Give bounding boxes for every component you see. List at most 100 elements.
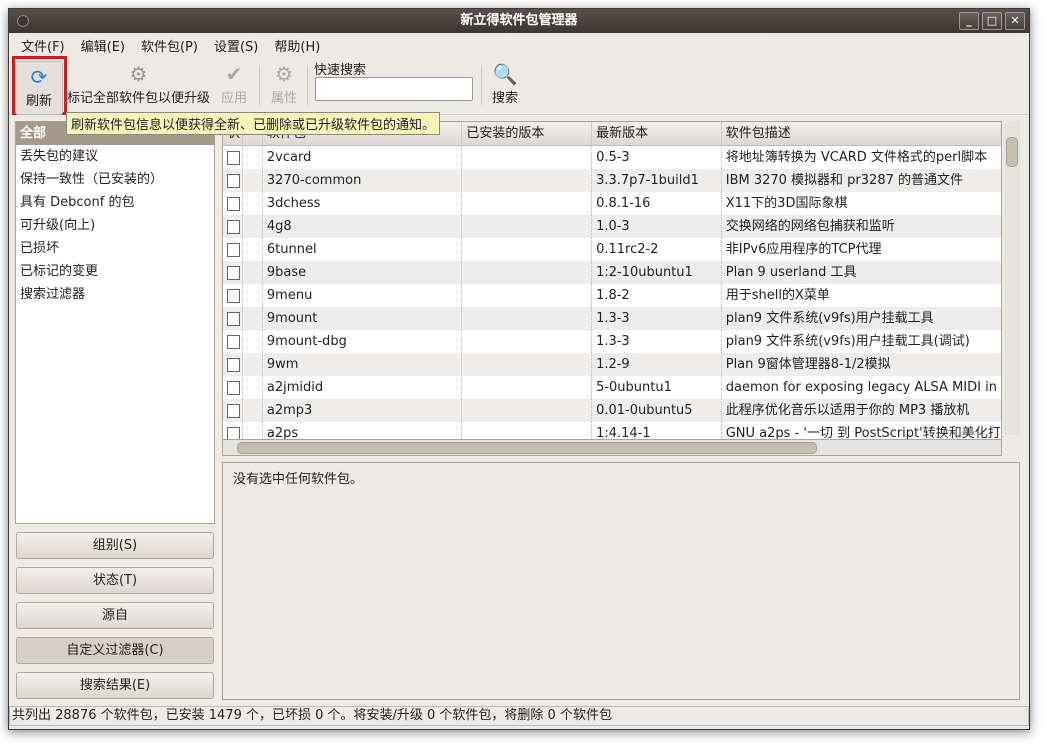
description: 将地址簿转换为 VCARD 文件格式的perl脚本 [725, 150, 988, 165]
support-cell [243, 261, 263, 284]
menu-settings[interactable]: 设置(S) [206, 36, 266, 55]
search-results-button[interactable]: 搜索结果(E) [16, 672, 214, 699]
latest-version: 0.5-3 [592, 146, 722, 169]
horizontal-scrollbar[interactable] [222, 439, 1002, 456]
table-row[interactable]: 9base 1:2-10ubuntu1 Plan 9 userland 工具 [223, 261, 1001, 284]
status-cell [223, 330, 243, 353]
checkbox[interactable] [227, 311, 240, 326]
table-row[interactable]: 6tunnel 0.11rc2-2 非IPv6应用程序的TCP代理 [223, 238, 1001, 261]
tooltip: 刷新软件包信息以便获得全新、已删除或已升级软件包的通知。 [66, 112, 441, 135]
table-row[interactable]: a2jmidid 5-0ubuntu1 daemon for exposing le… [223, 376, 1001, 399]
gear-icon: ⚙ [275, 62, 293, 86]
status-cell [223, 284, 243, 307]
quick-search-label: 快速搜索 [314, 63, 367, 78]
details-pane: 没有选中任何软件包。 [222, 462, 1020, 700]
checkbox[interactable] [227, 334, 240, 349]
status-cell [223, 192, 243, 215]
support-cell [243, 169, 263, 192]
window-title: 新立得软件包管理器 [460, 13, 578, 28]
checkbox[interactable] [227, 219, 240, 234]
status-cell [223, 261, 243, 284]
check-icon: ✔ [225, 62, 243, 86]
installed-version [462, 238, 593, 261]
description: 非IPv6应用程序的TCP代理 [725, 242, 882, 257]
table-row[interactable]: 2vcard 0.5-3 将地址簿转换为 VCARD 文件格式的perl脚本 [223, 146, 1001, 169]
filter-item[interactable]: 保持一致性（已安装的） [16, 168, 214, 191]
support-cell [243, 330, 263, 353]
menu-edit[interactable]: 编辑(E) [73, 36, 133, 55]
latest-version: 1.3-3 [592, 330, 722, 353]
package-name: 9wm [263, 353, 463, 376]
support-cell [243, 192, 263, 215]
installed-version [462, 146, 593, 169]
col-latest-version[interactable]: 最新版本 [592, 122, 722, 145]
filter-item[interactable]: 已损坏 [16, 237, 214, 260]
menu-file[interactable]: 文件(F) [13, 36, 73, 55]
table-row[interactable]: 9mount-dbg 1.3-3 plan9 文件系统(v9fs)用户挂载工具(调试… [223, 330, 1001, 353]
apply-button[interactable]: ✔ 应用 [219, 61, 249, 106]
status-cell [223, 238, 243, 261]
window-menu-icon[interactable] [17, 15, 29, 27]
scroll-thumb[interactable] [237, 442, 817, 454]
table-row[interactable]: 3dchess 0.8.1-16 X11下的3D国际象棋 [223, 192, 1001, 215]
sections-button[interactable]: 组别(S) [16, 532, 214, 559]
status-cell [223, 376, 243, 399]
installed-version [462, 215, 593, 238]
maximize-button[interactable]: □ [982, 12, 1002, 30]
table-row[interactable]: a2mp3 0.01-0ubuntu5 此程序优化音乐以适用于你的 MP3 播放机 [223, 399, 1001, 422]
origin-button[interactable]: 源自 [16, 602, 214, 629]
latest-version: 3.3.7p7-1build1 [592, 169, 722, 192]
table-row[interactable]: 9wm 1.2-9 Plan 9窗体管理器8-1/2模拟 [223, 353, 1001, 376]
filter-item[interactable]: 可升级(向上) [16, 214, 214, 237]
custom-filters-button[interactable]: 自定义过滤器(C) [16, 637, 214, 664]
table-row[interactable]: 9menu 1.8-2 用于shell的X菜单 [223, 284, 1001, 307]
search-button[interactable]: 🔍 搜索 [489, 61, 521, 106]
latest-version: 1.8-2 [592, 284, 722, 307]
checkbox[interactable] [227, 173, 240, 188]
properties-label: 属性 [270, 91, 297, 106]
toolbar: ⟳ 刷新 ⚙ 标记全部软件包以便升级 ✔ 应用 ⚙ 属性 快速搜索 🔍 搜索 [9, 56, 1029, 115]
refresh-button[interactable]: ⟳ 刷新 [15, 61, 63, 115]
gear-upgrade-icon: ⚙ [129, 62, 148, 86]
quick-search-input[interactable] [315, 77, 473, 101]
table-row[interactable]: 4g8 1.0-3 交换网络的网络包捕获和监听 [223, 215, 1001, 238]
mark-all-upgrades-button[interactable]: ⚙ 标记全部软件包以便升级 [67, 61, 210, 106]
checkbox[interactable] [227, 150, 240, 165]
installed-version [462, 192, 593, 215]
checkbox[interactable] [227, 242, 240, 257]
checkbox[interactable] [227, 196, 240, 211]
table-row[interactable]: 3270-common 3.3.7p7-1build1 IBM 3270 模拟器和 … [223, 169, 1001, 192]
checkbox[interactable] [227, 380, 240, 395]
package-name: 9menu [263, 284, 463, 307]
minimize-button[interactable]: _ [959, 12, 979, 30]
filter-item[interactable]: 丢失包的建议 [16, 145, 214, 168]
status-cell [223, 169, 243, 192]
table-row[interactable]: 9mount 1.3-3 plan9 文件系统(v9fs)用户挂载工具 [223, 307, 1001, 330]
properties-button[interactable]: ⚙ 属性 [269, 61, 299, 106]
col-description[interactable]: 软件包描述 [722, 122, 1001, 145]
installed-version [462, 376, 593, 399]
filter-item[interactable]: 已标记的变更 [16, 260, 214, 283]
status-bar: 共列出 28876 个软件包，已安装 1479 个，已坏损 0 个。将安装/升级… [9, 706, 1029, 726]
vertical-scrollbar[interactable] [1004, 121, 1020, 435]
refresh-label: 刷新 [25, 94, 52, 109]
col-installed-version[interactable]: 已安装的版本 [462, 122, 593, 145]
checkbox[interactable] [227, 357, 240, 372]
checkbox[interactable] [227, 288, 240, 303]
filter-item[interactable]: 搜索过滤器 [16, 283, 214, 306]
package-table: 状 软件包 已安装的版本 最新版本 软件包描述 2vcard0.5-3将地址簿转… [222, 121, 1002, 456]
package-name: 3270-common [263, 169, 463, 192]
support-cell [243, 215, 263, 238]
scroll-thumb[interactable] [1006, 137, 1018, 167]
checkbox[interactable] [227, 265, 240, 280]
status-button[interactable]: 状态(T) [16, 567, 214, 594]
filter-list: 全部 丢失包的建议 保持一致性（已安装的） 具有 Debconf 的包 可升级(… [15, 121, 215, 524]
filter-item[interactable]: 具有 Debconf 的包 [16, 191, 214, 214]
description: IBM 3270 模拟器和 pr3287 的普通文件 [725, 173, 963, 188]
support-cell [243, 238, 263, 261]
menu-help[interactable]: 帮助(H) [266, 36, 328, 55]
checkbox[interactable] [227, 403, 240, 418]
latest-version: 0.8.1-16 [592, 192, 722, 215]
close-button[interactable]: ✕ [1005, 12, 1025, 30]
menu-package[interactable]: 软件包(P) [133, 36, 206, 55]
